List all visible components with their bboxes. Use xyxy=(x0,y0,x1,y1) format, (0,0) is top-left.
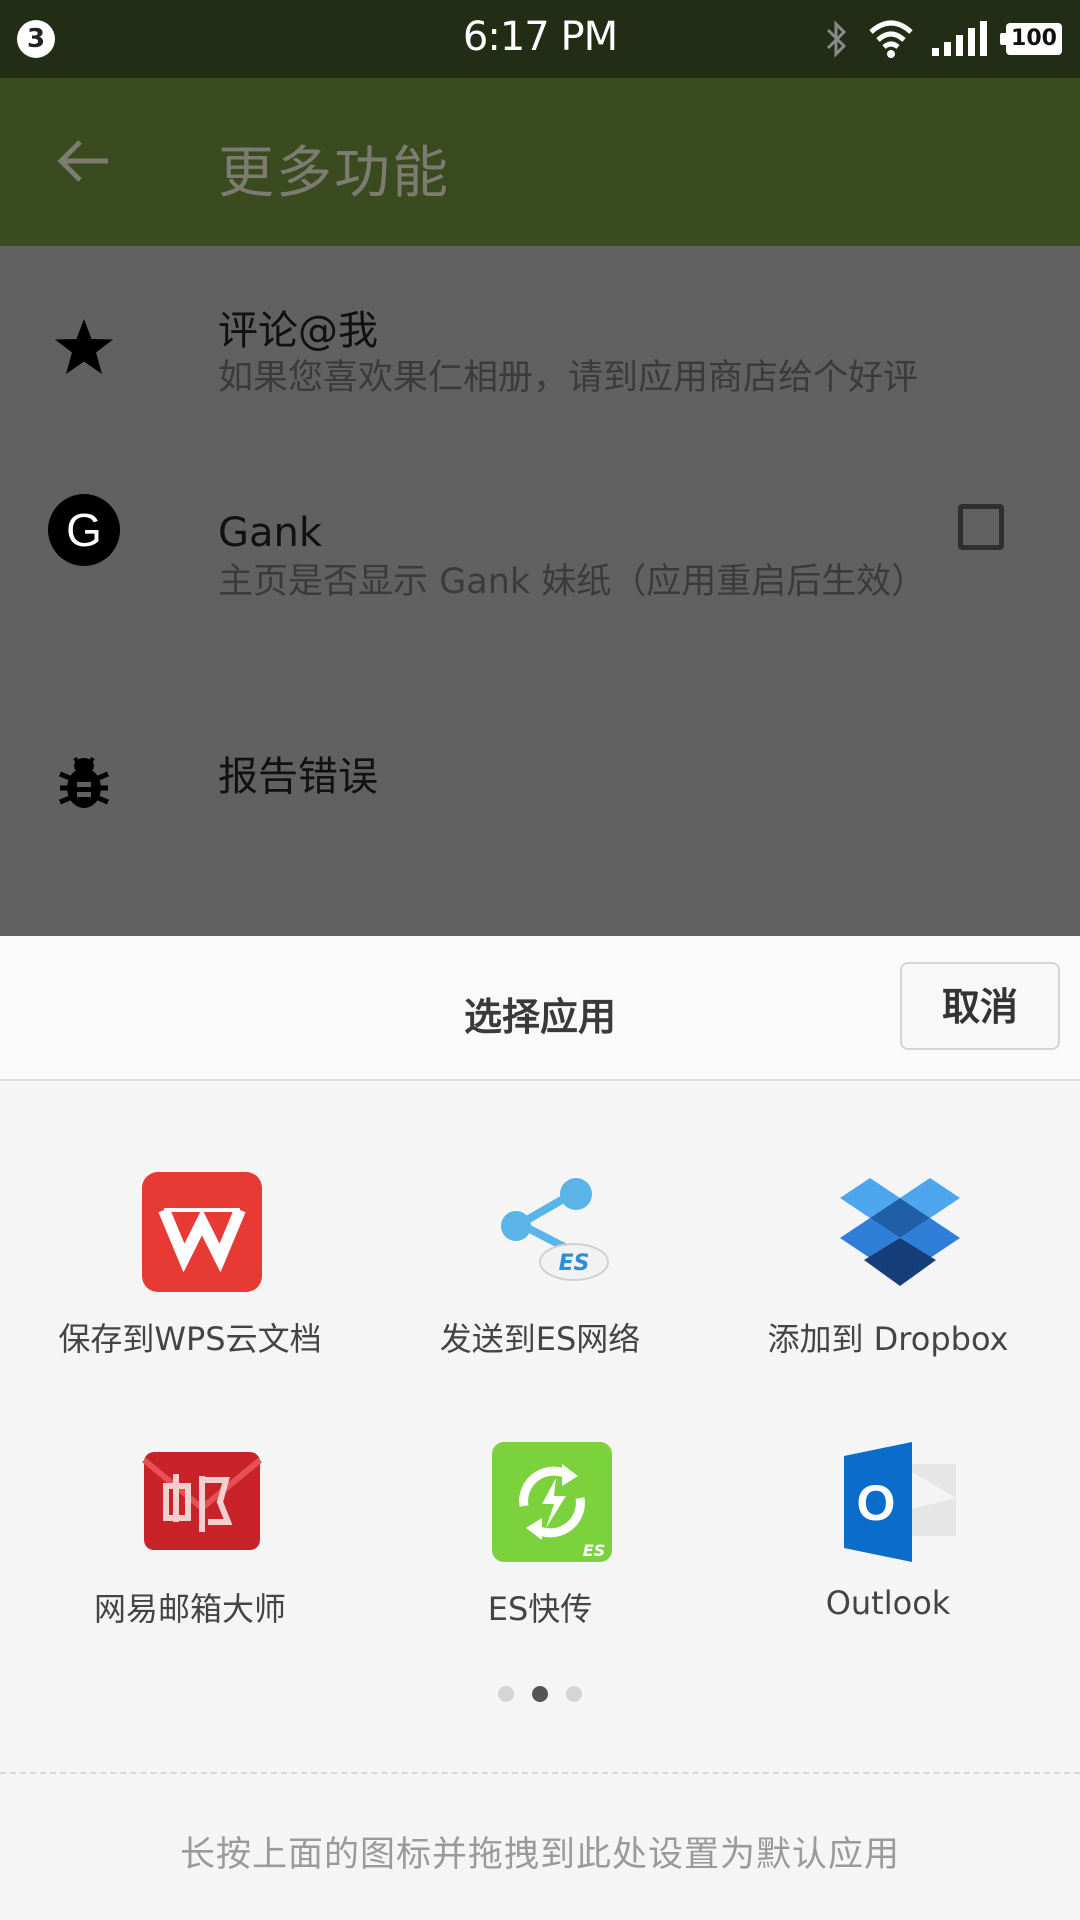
status-icons: 100 xyxy=(824,18,1062,60)
page-dot-active[interactable] xyxy=(532,1686,548,1702)
settings-item-subtitle: 如果您喜欢果仁相册，请到应用商店给个好评 xyxy=(218,358,919,398)
arrow-left-icon[interactable] xyxy=(56,136,112,186)
netease-mail-icon xyxy=(142,1452,262,1550)
g-icon: G xyxy=(48,494,120,566)
battery-icon: 100 xyxy=(1000,23,1062,55)
app-label: 添加到 Dropbox xyxy=(767,1320,1009,1358)
bug-icon xyxy=(59,756,109,808)
settings-item-subtitle: 主页是否显示 Gank 妹纸（应用重启后生效） xyxy=(218,562,927,602)
settings-item-gank[interactable]: G Gank 主页是否显示 Gank 妹纸（应用重启后生效） xyxy=(0,446,1080,686)
page-dot[interactable] xyxy=(566,1686,582,1702)
star-icon xyxy=(55,319,113,374)
share-sheet-header: 选择应用 取消 xyxy=(0,936,1080,1081)
page-indicator xyxy=(0,1686,1080,1706)
share-target-dropbox[interactable]: 添加到 Dropbox xyxy=(718,1172,1058,1372)
share-target-outlook[interactable]: O Outlook xyxy=(718,1442,1058,1642)
settings-item-rate[interactable]: 评论@我 如果您喜欢果仁相册，请到应用商店给个好评 xyxy=(0,246,1080,446)
dropbox-icon xyxy=(840,1178,960,1286)
es-transfer-icon: ES xyxy=(492,1442,612,1562)
bluetooth-icon xyxy=(826,20,847,58)
wifi-icon xyxy=(869,20,913,58)
settings-item-title: 报告错误 xyxy=(218,754,378,800)
default-app-drop-hint[interactable]: 长按上面的图标并拖拽到此处设置为默认应用 xyxy=(0,1826,1080,1877)
share-target-es-transfer[interactable]: ES ES快传 xyxy=(370,1442,710,1642)
settings-item-title: Gank xyxy=(218,510,323,556)
cancel-button[interactable]: 取消 xyxy=(900,962,1060,1050)
status-bar: 3 6:17 PM 100 xyxy=(0,0,1080,78)
gank-checkbox[interactable] xyxy=(958,504,1004,550)
outlook-icon-text: O xyxy=(857,1475,896,1531)
settings-list: 评论@我 如果您喜欢果仁相册，请到应用商店给个好评 G Gank 主页是否显示 … xyxy=(0,246,1080,936)
es-share-icon: ES xyxy=(501,1178,609,1281)
es-transfer-icon-text: ES xyxy=(583,1541,605,1560)
app-label: ES快传 xyxy=(487,1590,593,1628)
app-label: Outlook xyxy=(825,1584,951,1622)
share-target-netease-mail[interactable]: 网易邮箱大师 xyxy=(20,1442,360,1642)
share-target-es-network[interactable]: ES 发送到ES网络 xyxy=(370,1172,710,1372)
app-label: 网易邮箱大师 xyxy=(93,1590,286,1628)
share-target-wps[interactable]: 保存到WPS云文档 xyxy=(20,1172,360,1372)
app-bar: 更多功能 xyxy=(0,78,1080,246)
wps-icon xyxy=(142,1172,262,1292)
settings-item-report-bug[interactable]: 报告错误 xyxy=(0,686,1080,886)
app-label: 发送到ES网络 xyxy=(439,1320,641,1358)
page-dot[interactable] xyxy=(498,1686,514,1702)
settings-item-title: 评论@我 xyxy=(218,308,378,354)
es-share-icon-text: ES xyxy=(559,1251,590,1276)
signal-icon xyxy=(932,21,987,56)
page-title: 更多功能 xyxy=(218,141,450,206)
app-label: 保存到WPS云文档 xyxy=(58,1320,322,1358)
drop-zone-divider xyxy=(0,1772,1080,1774)
outlook-icon: O xyxy=(844,1442,956,1562)
